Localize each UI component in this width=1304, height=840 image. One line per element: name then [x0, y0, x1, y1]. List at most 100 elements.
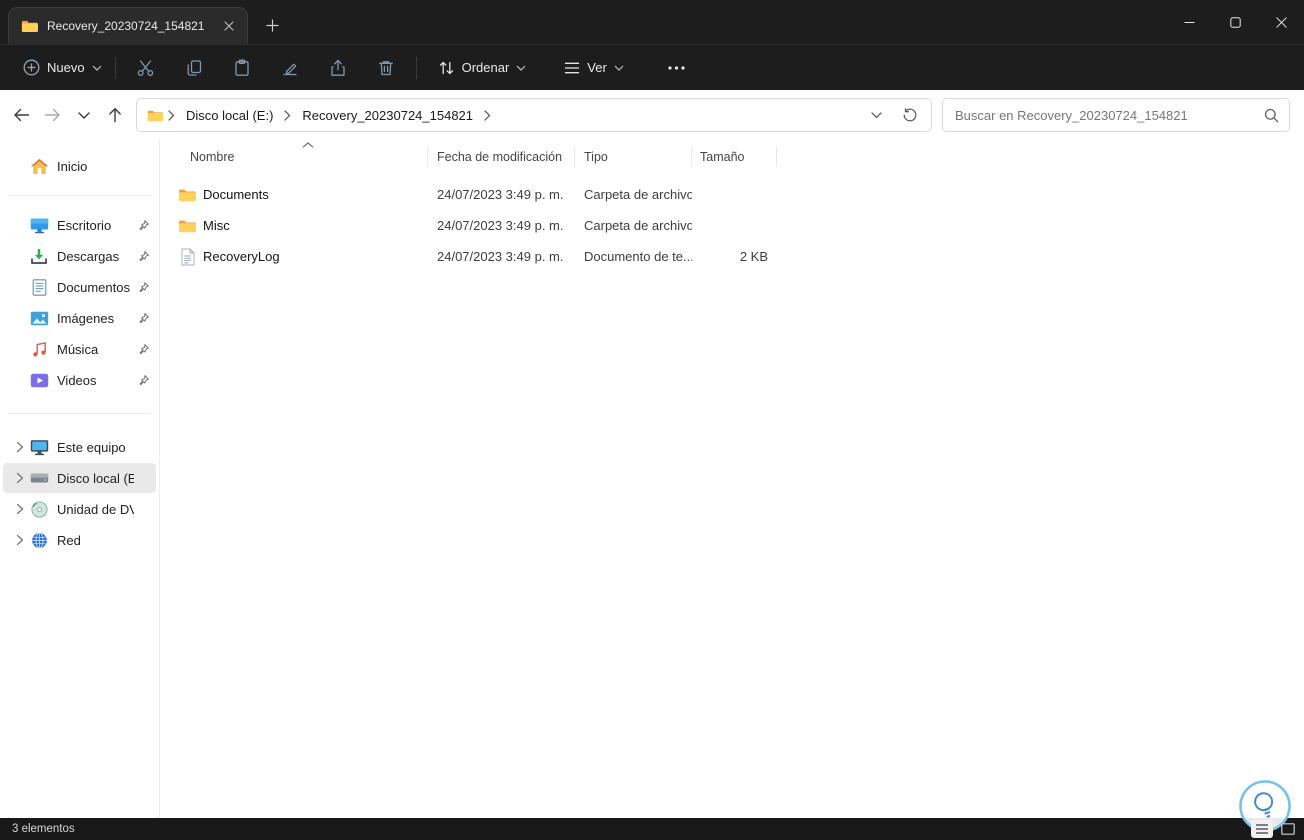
chevron-right-icon[interactable]	[11, 472, 29, 484]
refresh-button[interactable]	[897, 102, 923, 128]
pin-icon	[134, 219, 152, 232]
file-name: RecoveryLog	[203, 249, 280, 264]
navigation-pane: Inicio Escritorio Descargas Documentos I…	[0, 140, 160, 818]
close-window-button[interactable]	[1258, 0, 1304, 44]
up-button[interactable]	[99, 100, 130, 131]
pin-icon	[134, 343, 152, 356]
new-tab-button[interactable]	[257, 10, 287, 40]
icons-view-button[interactable]	[1277, 820, 1299, 838]
sidebar-item-label: Descargas	[57, 248, 120, 264]
back-button[interactable]	[6, 100, 37, 131]
plus-icon	[265, 18, 279, 32]
recent-locations-button[interactable]	[68, 100, 99, 131]
search-input[interactable]	[955, 107, 1264, 123]
search-box[interactable]	[942, 98, 1290, 132]
sidebar-item-label: Escritorio	[57, 217, 112, 233]
chevron-right-icon[interactable]	[11, 441, 29, 453]
file-list-pane: Nombre Fecha de modificación Tipo Tamaño…	[160, 140, 1304, 818]
view-button-label: Ver	[587, 60, 607, 75]
file-row-recoverylog[interactable]: RecoveryLog 24/07/2023 3:49 p. m. Docume…	[160, 241, 1304, 272]
view-toggles	[1251, 820, 1299, 838]
pin-icon	[134, 312, 152, 325]
sort-button[interactable]: Ordenar	[427, 51, 538, 85]
column-label: Tipo	[584, 150, 608, 164]
chevron-right-icon[interactable]	[11, 534, 29, 546]
sidebar-item-label: Disco local (E:)	[57, 470, 134, 486]
new-button[interactable]: Nuevo	[12, 51, 113, 85]
breadcrumb-item-folder[interactable]: Recovery_20230724_154821	[296, 105, 479, 126]
chevron-down-icon	[77, 111, 90, 119]
tab-close-button[interactable]	[217, 14, 241, 38]
column-header-nombre[interactable]: Nombre	[160, 140, 428, 174]
maximize-button[interactable]	[1212, 0, 1258, 44]
view-icon	[565, 62, 580, 73]
sidebar-item-inicio[interactable]: Inicio	[3, 151, 156, 181]
sidebar-item-disco-local-e[interactable]: Disco local (E:)	[3, 463, 156, 493]
sidebar-divider	[8, 413, 151, 414]
sidebar-item-label: Imágenes	[57, 310, 115, 326]
minimize-button[interactable]	[1166, 0, 1212, 44]
share-button[interactable]	[318, 51, 358, 85]
folder-icon	[178, 219, 196, 233]
documents-icon	[29, 278, 49, 296]
plus-circle-icon	[23, 59, 40, 76]
arrow-up-icon	[108, 108, 121, 123]
explorer-tab[interactable]: Recovery_20230724_154821	[8, 7, 248, 44]
sidebar-item-este-equipo[interactable]: Este equipo	[3, 432, 156, 462]
home-icon	[29, 158, 49, 175]
trash-icon	[378, 60, 393, 75]
file-name: Documents	[203, 187, 269, 202]
pin-icon	[134, 250, 152, 263]
delete-button[interactable]	[366, 51, 406, 85]
cut-button[interactable]	[126, 51, 166, 85]
paste-button[interactable]	[222, 51, 262, 85]
sidebar-item-documentos[interactable]: Documentos	[3, 272, 156, 302]
column-header-tipo[interactable]: Tipo	[575, 140, 692, 174]
breadcrumb-separator-icon	[482, 109, 493, 121]
videos-icon	[29, 373, 49, 388]
file-type: Carpeta de archivos	[584, 218, 692, 233]
new-button-label: Nuevo	[47, 60, 85, 75]
sort-button-label: Ordenar	[461, 60, 510, 75]
column-header-tamano[interactable]: Tamaño	[692, 140, 777, 174]
forward-button[interactable]	[37, 100, 68, 131]
details-view-button[interactable]	[1251, 820, 1273, 838]
sidebar-item-red[interactable]: Red	[3, 525, 156, 555]
sidebar-item-escritorio[interactable]: Escritorio	[3, 210, 156, 240]
pin-icon	[134, 281, 152, 294]
file-row-misc[interactable]: Misc 24/07/2023 3:49 p. m. Carpeta de ar…	[160, 210, 1304, 241]
window-body: Inicio Escritorio Descargas Documentos I…	[0, 140, 1304, 818]
sidebar-item-descargas[interactable]: Descargas	[3, 241, 156, 271]
pictures-icon	[29, 311, 49, 326]
breadcrumb-separator-icon	[166, 109, 177, 121]
sidebar-divider	[8, 195, 151, 196]
titlebar: Recovery_20230724_154821	[0, 0, 1304, 44]
file-type: Carpeta de archivos	[584, 187, 692, 202]
sidebar-item-unidad-dvd[interactable]: Unidad de DVD (D:)	[3, 494, 156, 524]
maximize-icon	[1229, 16, 1241, 28]
sidebar-item-musica[interactable]: Música	[3, 334, 156, 364]
chevron-down-icon	[92, 65, 102, 71]
address-dropdown-button[interactable]	[863, 102, 889, 128]
chevron-down-icon	[614, 65, 624, 71]
breadcrumb-item-drive[interactable]: Disco local (E:)	[180, 105, 279, 126]
cut-icon	[137, 59, 154, 76]
chevron-right-icon[interactable]	[11, 503, 29, 515]
address-bar[interactable]: Disco local (E:) Recovery_20230724_15482…	[136, 98, 932, 132]
search-icon	[1264, 108, 1279, 122]
sidebar-item-label: Documentos	[57, 279, 130, 295]
file-modified: 24/07/2023 3:49 p. m.	[437, 218, 564, 233]
file-row-documents[interactable]: Documents 24/07/2023 3:49 p. m. Carpeta …	[160, 179, 1304, 210]
copy-button[interactable]	[174, 51, 214, 85]
sidebar-item-videos[interactable]: Videos	[3, 365, 156, 395]
details-view-icon	[1256, 824, 1268, 834]
view-button[interactable]: Ver	[553, 51, 635, 85]
sidebar-item-label: Videos	[57, 372, 97, 388]
file-name: Misc	[203, 218, 230, 233]
file-modified: 24/07/2023 3:49 p. m.	[437, 249, 564, 264]
chevron-down-icon	[870, 111, 882, 118]
sidebar-item-imagenes[interactable]: Imágenes	[3, 303, 156, 333]
more-options-button[interactable]	[657, 51, 697, 85]
rename-button[interactable]	[270, 51, 310, 85]
column-header-fecha[interactable]: Fecha de modificación	[428, 140, 575, 174]
